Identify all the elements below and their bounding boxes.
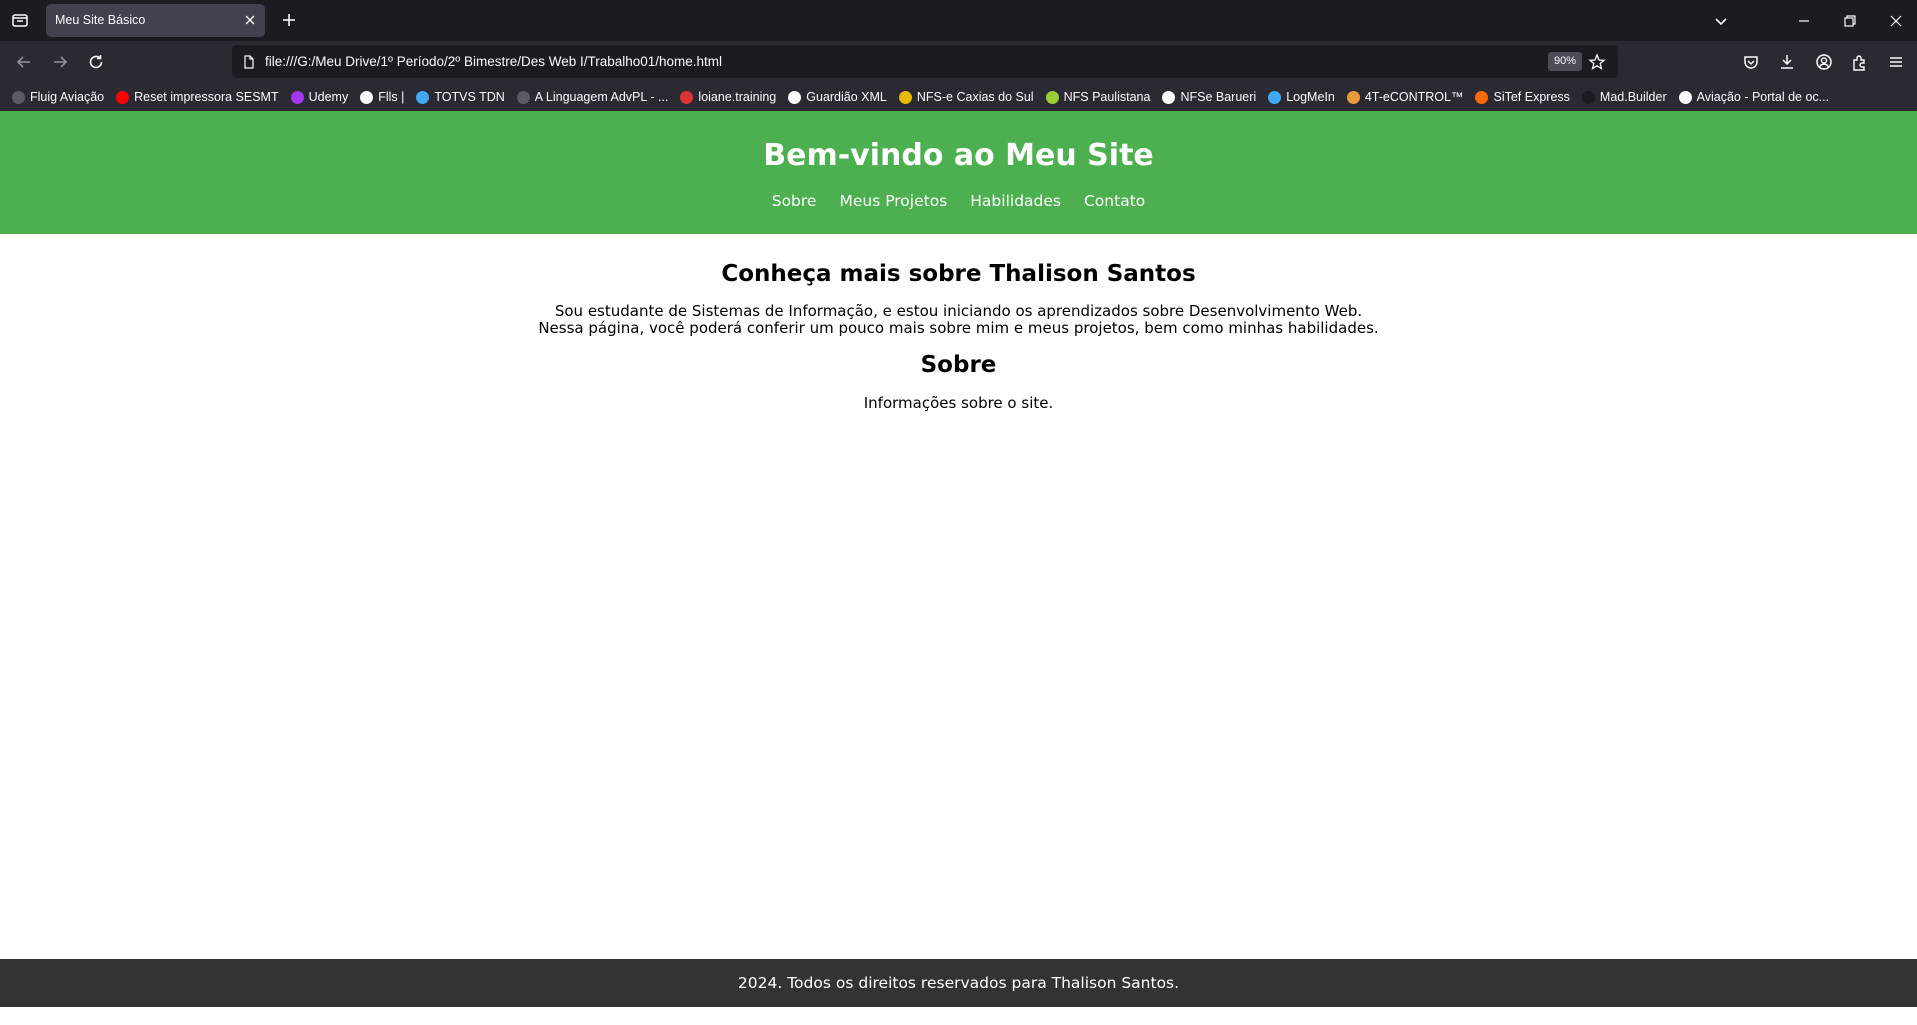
navigation-toolbar: file:///G:/Meu Drive/1º Período/2º Bimes… bbox=[0, 41, 1917, 83]
site-footer: 2024. Todos os direitos reservados para … bbox=[0, 959, 1917, 1007]
page-viewport: Bem-vindo ao Meu Site Sobre Meus Projeto… bbox=[0, 111, 1917, 1025]
close-window-icon[interactable] bbox=[1887, 12, 1905, 30]
bookmark-favicon-icon bbox=[1475, 90, 1489, 104]
nav-link-habilidades[interactable]: Habilidades bbox=[970, 192, 1061, 210]
intro-heading: Conheça mais sobre Thalison Santos bbox=[721, 261, 1196, 287]
bookmark-item[interactable]: Fluig Aviação bbox=[12, 90, 104, 104]
bookmark-favicon-icon bbox=[116, 90, 130, 104]
bookmark-favicon-icon bbox=[516, 90, 530, 104]
bookmark-label: Mad.Builder bbox=[1599, 90, 1667, 104]
bookmark-item[interactable]: Mad.Builder bbox=[1581, 90, 1667, 104]
bookmark-favicon-icon bbox=[680, 90, 694, 104]
chevron-down-icon[interactable] bbox=[1712, 12, 1730, 30]
bookmark-item[interactable]: NFS Paulistana bbox=[1045, 90, 1151, 104]
minimize-icon[interactable] bbox=[1795, 12, 1813, 30]
extensions-icon[interactable] bbox=[1850, 52, 1870, 72]
site-header: Bem-vindo ao Meu Site Sobre Meus Projeto… bbox=[0, 111, 1917, 234]
forward-icon[interactable] bbox=[50, 52, 70, 72]
bookmark-item[interactable]: Guardião XML bbox=[788, 90, 887, 104]
bookmark-favicon-icon bbox=[898, 90, 912, 104]
bookmark-label: loiane.training bbox=[698, 90, 777, 104]
bookmark-item[interactable]: TOTVS TDN bbox=[416, 90, 505, 104]
tab-title: Meu Site Básico bbox=[55, 13, 146, 27]
nav-link-sobre[interactable]: Sobre bbox=[772, 192, 817, 210]
bookmark-item[interactable]: NFS-e Caxias do Sul bbox=[898, 90, 1034, 104]
bookmark-item[interactable]: Reset impressora SESMT bbox=[116, 90, 279, 104]
bookmark-item[interactable]: Udemy bbox=[290, 90, 349, 104]
bookmark-item[interactable]: A Linguagem AdvPL - ... bbox=[516, 90, 669, 104]
bookmark-label: NFS Paulistana bbox=[1063, 90, 1151, 104]
url-text[interactable]: file:///G:/Meu Drive/1º Período/2º Bimes… bbox=[265, 54, 722, 69]
close-tab-icon[interactable] bbox=[242, 12, 258, 28]
bookmark-label: Reset impressora SESMT bbox=[134, 90, 279, 104]
bookmark-label: TOTVS TDN bbox=[434, 90, 505, 104]
intro-line-1: Sou estudante de Sistemas de Informação,… bbox=[554, 302, 1363, 320]
new-tab-icon[interactable] bbox=[280, 11, 298, 29]
bookmark-favicon-icon bbox=[788, 90, 802, 104]
bookmark-label: Fluig Aviação bbox=[30, 90, 105, 104]
bookmark-favicon-icon bbox=[1346, 90, 1360, 104]
bookmark-item[interactable]: 4T-eCONTROL™ bbox=[1346, 90, 1464, 104]
download-icon[interactable] bbox=[1777, 52, 1797, 72]
intro-line-2: Nessa página, você poderá conferir um po… bbox=[538, 319, 1379, 337]
tab-bar: Meu Site Básico bbox=[0, 0, 1917, 41]
bookmark-item[interactable]: Flls | bbox=[360, 90, 404, 104]
pocket-icon[interactable] bbox=[1741, 52, 1761, 72]
bookmark-item[interactable]: SiTef Express bbox=[1475, 90, 1570, 104]
nav-link-meus-projetos[interactable]: Meus Projetos bbox=[839, 192, 947, 210]
bookmark-item[interactable]: Aviação - Portal de oc... bbox=[1678, 90, 1830, 104]
bookmarks-toolbar: Fluig Aviação Reset impressora SESMT Udemy… bbox=[0, 83, 1917, 111]
bookmark-label: SiTef Express bbox=[1493, 90, 1570, 104]
bookmark-favicon-icon bbox=[1268, 90, 1282, 104]
site-nav: Sobre Meus Projetos Habilidades Contato bbox=[0, 192, 1917, 210]
bookmark-label: NFSe Barueri bbox=[1180, 90, 1257, 104]
main-content: Conheça mais sobre Thalison Santos Sou e… bbox=[0, 261, 1917, 412]
page-icon bbox=[241, 54, 257, 70]
bookmark-item[interactable]: NFSe Barueri bbox=[1162, 90, 1256, 104]
tab-active[interactable]: Meu Site Básico bbox=[46, 4, 265, 37]
url-bar[interactable]: file:///G:/Meu Drive/1º Período/2º Bimes… bbox=[232, 45, 1618, 78]
tab-list-icon[interactable] bbox=[10, 10, 30, 30]
bookmark-favicon-icon bbox=[12, 90, 25, 104]
restore-icon[interactable] bbox=[1841, 12, 1859, 30]
bookmark-favicon-icon bbox=[1162, 90, 1176, 104]
star-icon[interactable] bbox=[1588, 53, 1606, 71]
bookmark-favicon-icon bbox=[416, 90, 430, 104]
intro-paragraph: Sou estudante de Sistemas de Informação,… bbox=[0, 303, 1917, 337]
bookmark-favicon-icon bbox=[360, 90, 374, 104]
bookmark-favicon-icon bbox=[1581, 90, 1595, 104]
bookmark-favicon-icon bbox=[290, 90, 304, 104]
bookmark-label: LogMeIn bbox=[1286, 90, 1335, 104]
bookmark-label: Flls | bbox=[378, 90, 405, 104]
about-heading: Sobre bbox=[920, 352, 997, 378]
bookmark-item[interactable]: loiane.training bbox=[680, 90, 776, 104]
bookmark-favicon-icon bbox=[1045, 90, 1059, 104]
bookmark-favicon-icon bbox=[1678, 90, 1692, 104]
bookmark-item[interactable]: LogMeIn bbox=[1268, 90, 1335, 104]
bookmark-label: A Linguagem AdvPL - ... bbox=[534, 90, 669, 104]
back-icon[interactable] bbox=[14, 52, 34, 72]
bookmark-label: Udemy bbox=[308, 90, 349, 104]
bookmark-label: 4T-eCONTROL™ bbox=[1364, 90, 1464, 104]
account-icon[interactable] bbox=[1814, 52, 1834, 72]
zoom-level-badge[interactable]: 90% bbox=[1548, 52, 1583, 71]
reload-icon[interactable] bbox=[86, 52, 106, 72]
about-text: Informações sobre o site. bbox=[863, 394, 1054, 412]
bookmark-label: Guardião XML bbox=[806, 90, 887, 104]
nav-link-contato[interactable]: Contato bbox=[1084, 192, 1145, 210]
menu-icon[interactable] bbox=[1886, 52, 1906, 72]
site-title: Bem-vindo ao Meu Site bbox=[763, 138, 1154, 173]
bookmark-label: NFS-e Caxias do Sul bbox=[916, 90, 1034, 104]
bookmark-label: Aviação - Portal de oc... bbox=[1696, 90, 1830, 104]
